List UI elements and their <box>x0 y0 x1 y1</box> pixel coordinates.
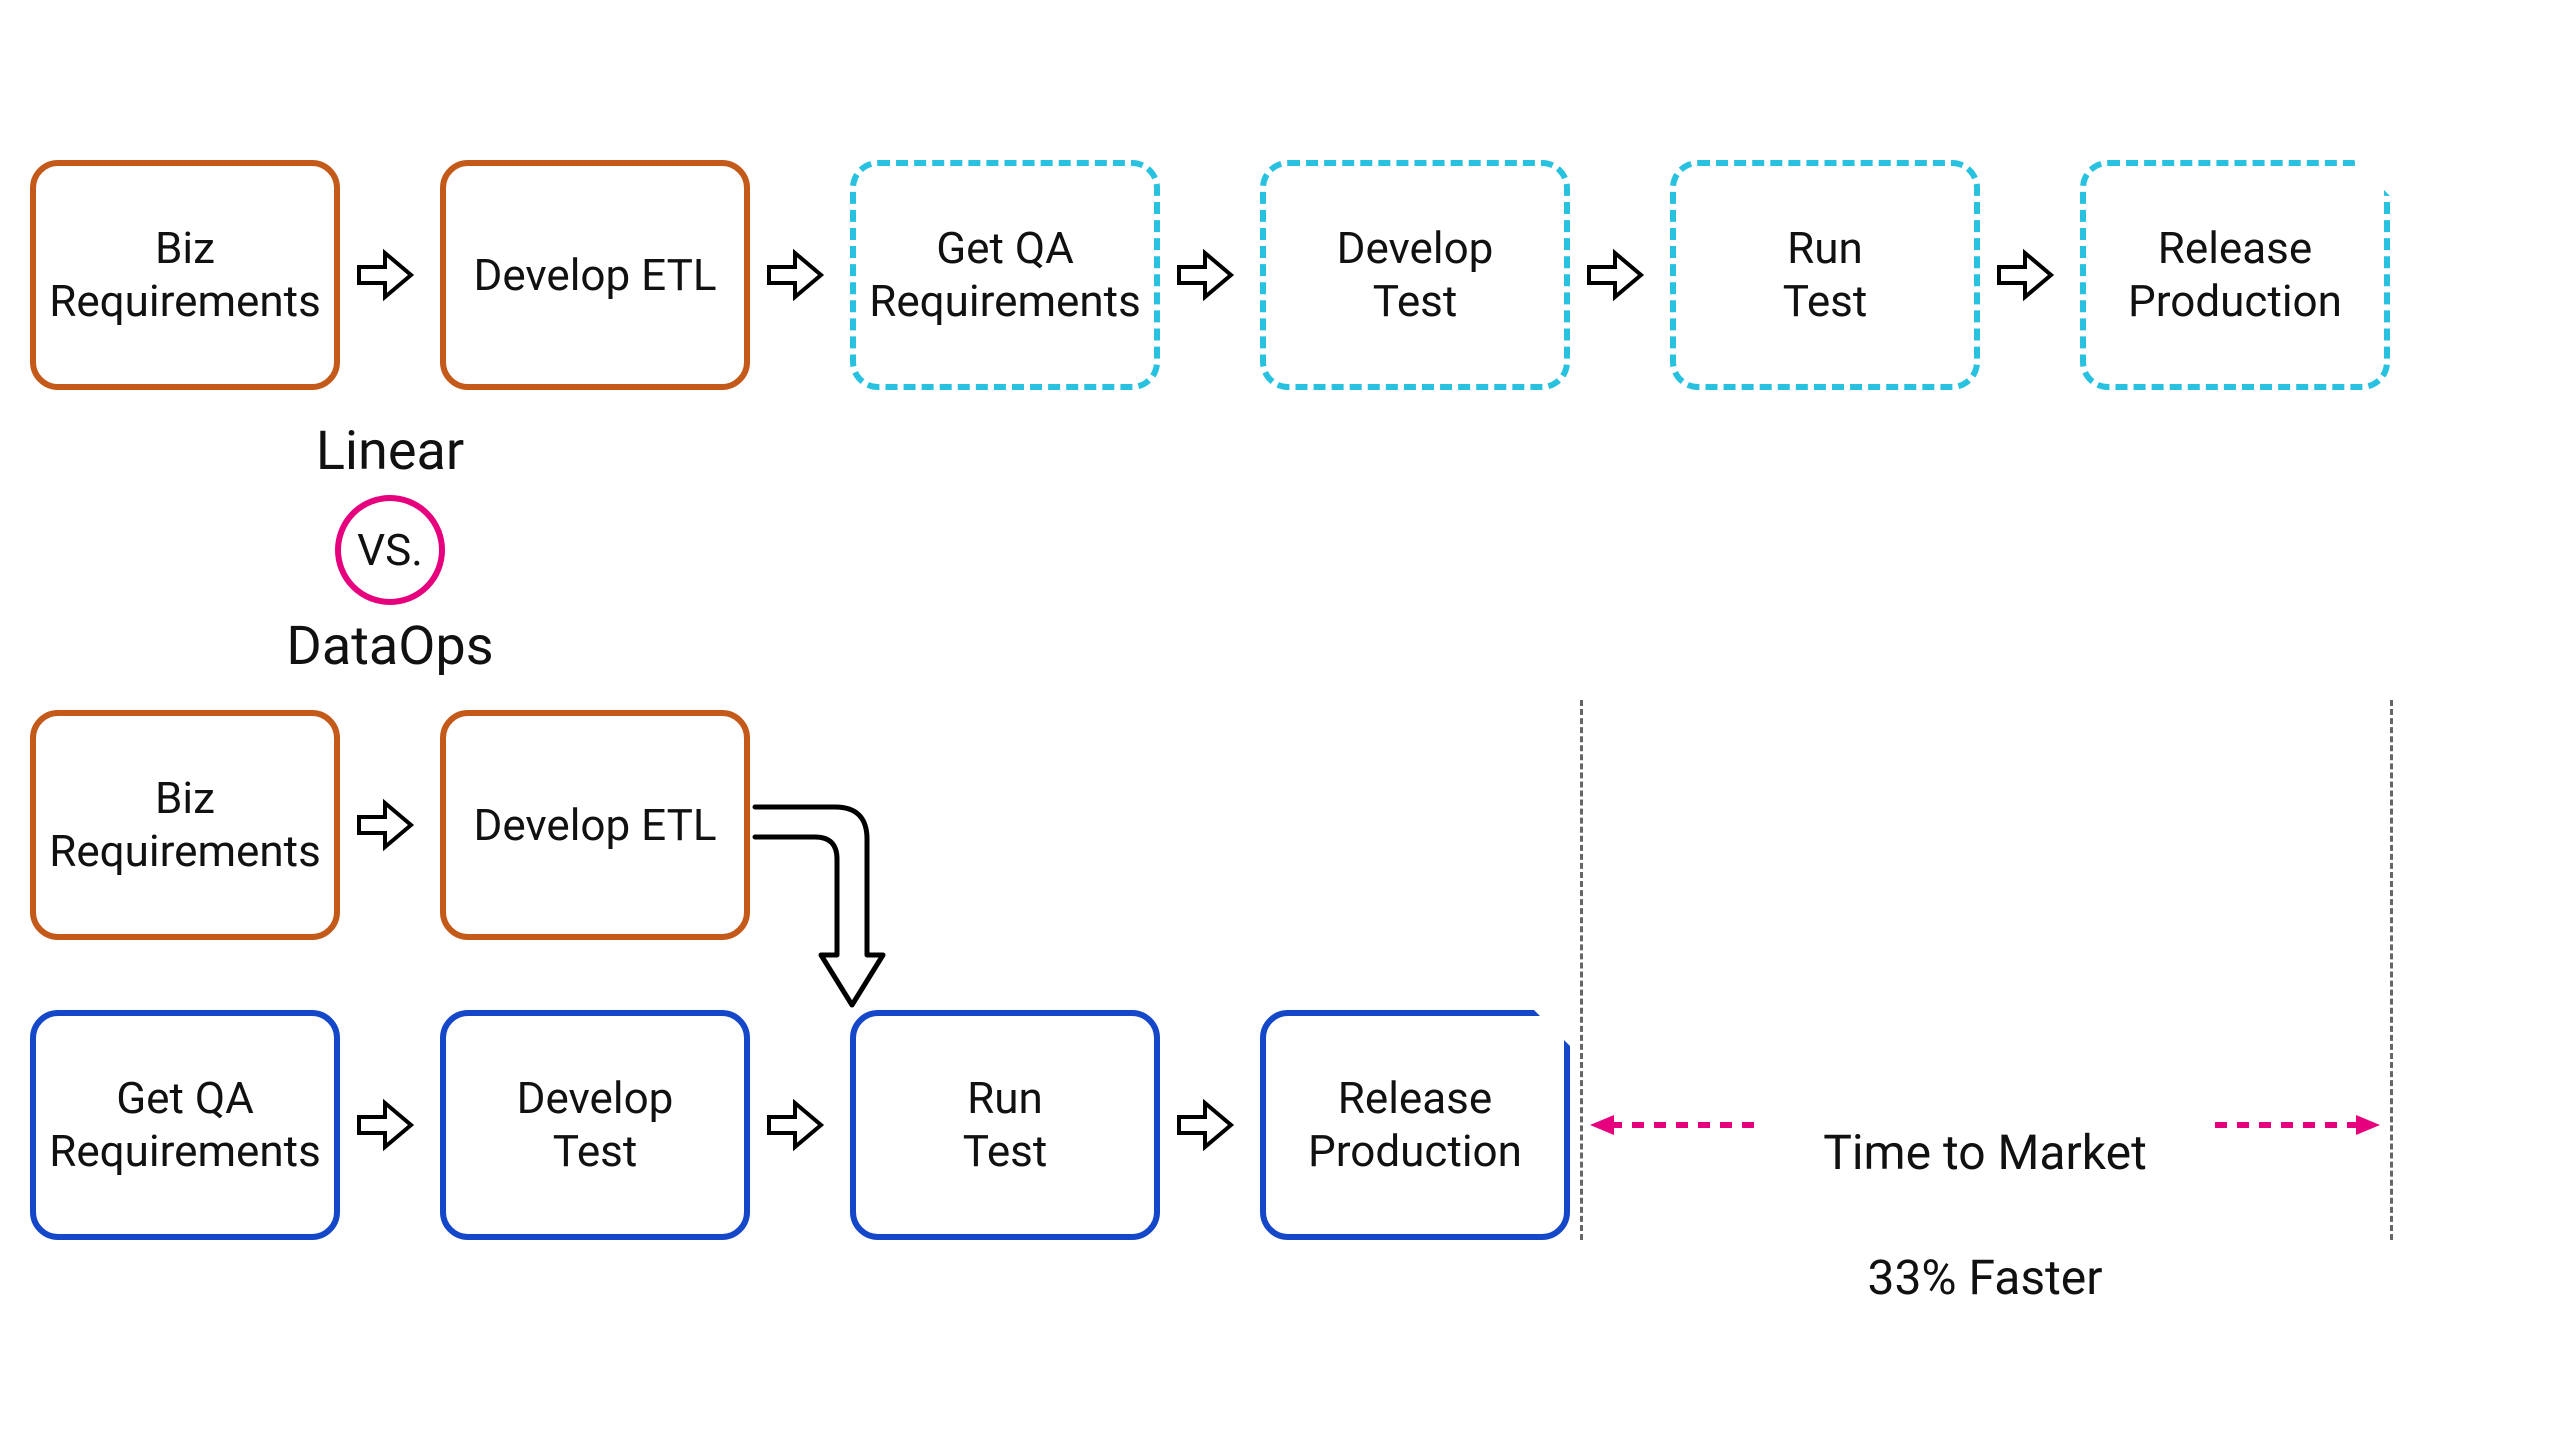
dataops-box-run-test: Run Test <box>850 1010 1160 1240</box>
linear-box-release-text: Release Production <box>2128 222 2342 328</box>
dataops-box-get-qa-text: Get QA Requirements <box>49 1072 321 1178</box>
bracket-line-left <box>1580 700 1583 1240</box>
arrow-icon <box>355 795 415 855</box>
dataops-box-develop-test-text: Develop Test <box>517 1072 674 1178</box>
dataops-box-release-text: Release Production <box>1308 1072 1522 1178</box>
pink-arrow-right-icon <box>2215 1113 2380 1137</box>
dataops-box-develop-test: Develop Test <box>440 1010 750 1240</box>
arrow-icon <box>765 245 825 305</box>
dataops-box-develop-etl-text: Develop ETL <box>473 799 716 852</box>
linear-box-release: Release Production <box>2080 160 2390 390</box>
linear-label: Linear <box>280 420 500 483</box>
linear-box-develop-etl-text: Develop ETL <box>473 249 716 302</box>
time-to-market-line1: Time to Market <box>1823 1124 2147 1181</box>
arrow-icon <box>1175 245 1235 305</box>
linear-box-get-qa: Get QA Requirements <box>850 160 1160 390</box>
linear-box-develop-test-text: Develop Test <box>1337 222 1494 328</box>
time-to-market-label: Time to Market 33% Faster <box>1765 1060 2205 1310</box>
linear-box-biz-req: Biz Requirements <box>30 160 340 390</box>
bracket-line-right <box>2390 700 2393 1240</box>
arrow-icon <box>765 1095 825 1155</box>
linear-box-run-test-text: Run Test <box>1783 222 1868 328</box>
linear-box-biz-req-text: Biz Requirements <box>49 222 321 328</box>
arrow-icon <box>355 245 415 305</box>
dataops-label: DataOps <box>270 615 510 678</box>
dataops-box-run-test-text: Run Test <box>963 1072 1048 1178</box>
dataops-box-release: Release Production <box>1260 1010 1570 1240</box>
linear-box-run-test: Run Test <box>1670 160 1980 390</box>
linear-box-develop-test: Develop Test <box>1260 160 1570 390</box>
arrow-icon <box>1175 1095 1235 1155</box>
vs-label: VS. <box>357 524 423 576</box>
vs-circle: VS. <box>335 495 445 605</box>
dataops-box-develop-etl: Develop ETL <box>440 710 750 940</box>
arrow-icon <box>1585 245 1645 305</box>
curved-arrow-icon <box>755 795 925 1015</box>
arrow-icon <box>1995 245 2055 305</box>
pink-arrow-left-icon <box>1590 1113 1755 1137</box>
diagram-canvas: Biz Requirements Develop ETL Get QA Requ… <box>0 0 2560 1440</box>
arrow-icon <box>355 1095 415 1155</box>
dataops-box-biz-req-text: Biz Requirements <box>49 772 321 878</box>
linear-box-get-qa-text: Get QA Requirements <box>869 222 1141 328</box>
time-to-market-line2: 33% Faster <box>1867 1249 2102 1306</box>
dataops-box-get-qa: Get QA Requirements <box>30 1010 340 1240</box>
dataops-box-biz-req: Biz Requirements <box>30 710 340 940</box>
linear-box-develop-etl: Develop ETL <box>440 160 750 390</box>
